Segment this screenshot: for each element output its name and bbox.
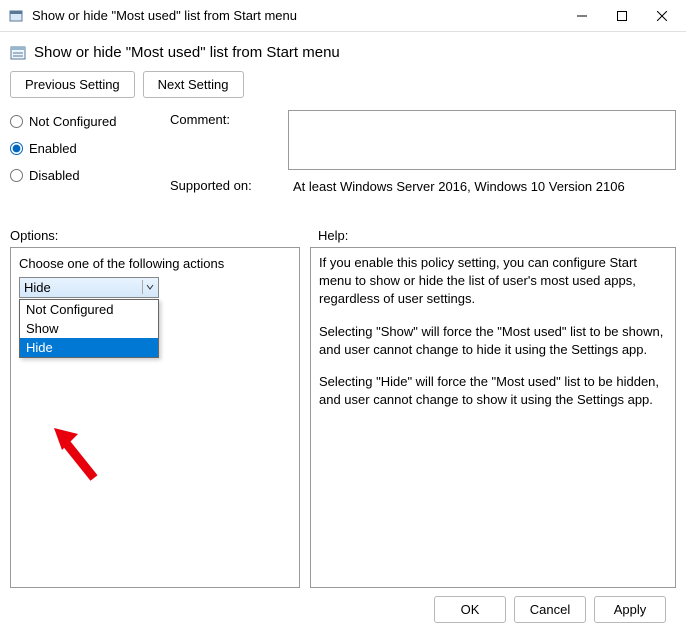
- comment-input[interactable]: [288, 110, 676, 170]
- options-pane: Choose one of the following actions Hide…: [10, 247, 300, 588]
- next-setting-button[interactable]: Next Setting: [143, 71, 244, 98]
- ok-button[interactable]: OK: [434, 596, 506, 623]
- comment-label: Comment:: [170, 110, 280, 170]
- radio-not-configured-input[interactable]: [10, 115, 23, 128]
- dropdown-selected-value: Hide: [24, 280, 51, 295]
- minimize-button[interactable]: [574, 8, 590, 24]
- maximize-button[interactable]: [614, 8, 630, 24]
- policy-icon: [8, 8, 24, 24]
- options-label: Options:: [10, 228, 310, 243]
- titlebar: Show or hide "Most used" list from Start…: [0, 0, 686, 32]
- previous-setting-button[interactable]: Previous Setting: [10, 71, 135, 98]
- close-button[interactable]: [654, 8, 670, 24]
- dropdown-item-show[interactable]: Show: [20, 319, 158, 338]
- supported-on-label: Supported on:: [170, 176, 280, 214]
- apply-button[interactable]: Apply: [594, 596, 666, 623]
- dropdown-item-not-configured[interactable]: Not Configured: [20, 300, 158, 319]
- window-title: Show or hide "Most used" list from Start…: [32, 8, 574, 23]
- supported-on-value: At least Windows Server 2016, Windows 10…: [288, 176, 676, 214]
- dropdown-item-hide[interactable]: Hide: [20, 338, 158, 357]
- help-pane[interactable]: If you enable this policy setting, you c…: [310, 247, 676, 588]
- help-paragraph: Selecting "Show" will force the "Most us…: [319, 323, 667, 359]
- help-paragraph: If you enable this policy setting, you c…: [319, 254, 667, 309]
- help-paragraph: Selecting "Hide" will force the "Most us…: [319, 373, 667, 409]
- dropdown-list: Not Configured Show Hide: [19, 299, 159, 358]
- policy-icon: [10, 45, 26, 61]
- radio-disabled-input[interactable]: [10, 169, 23, 182]
- cancel-button[interactable]: Cancel: [514, 596, 586, 623]
- radio-enabled[interactable]: Enabled: [10, 141, 170, 156]
- actions-dropdown[interactable]: Hide Not Configured Show Hide: [19, 277, 159, 298]
- page-heading-row: Show or hide "Most used" list from Start…: [10, 44, 676, 61]
- chevron-down-icon: [142, 280, 156, 294]
- help-label: Help:: [310, 228, 676, 243]
- radio-not-configured[interactable]: Not Configured: [10, 114, 170, 129]
- radio-disabled[interactable]: Disabled: [10, 168, 170, 183]
- radio-enabled-input[interactable]: [10, 142, 23, 155]
- options-prompt: Choose one of the following actions: [19, 256, 291, 271]
- page-heading: Show or hide "Most used" list from Start…: [34, 44, 340, 61]
